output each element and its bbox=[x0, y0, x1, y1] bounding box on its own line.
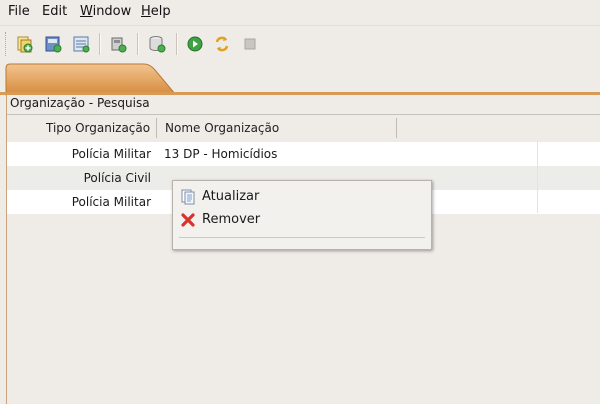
document-refresh-icon bbox=[180, 189, 196, 205]
context-menu-remove-label: Remover bbox=[202, 212, 261, 227]
column-header-nome[interactable]: Nome Organização bbox=[165, 121, 279, 135]
cell-tipo: Polícia Militar bbox=[71, 147, 151, 161]
menu-window-rest: indow bbox=[92, 4, 132, 19]
menu-bar: File Edit Window Help bbox=[0, 0, 600, 24]
toolbar-separator bbox=[137, 33, 139, 55]
table-row[interactable]: Polícia Militar 13 DP - Homicídios bbox=[7, 142, 600, 166]
refresh-icon[interactable] bbox=[212, 34, 232, 54]
context-menu: Atualizar Remover bbox=[172, 180, 432, 250]
column-divider[interactable] bbox=[156, 118, 157, 138]
list-form-icon[interactable] bbox=[71, 34, 91, 54]
save-form-icon[interactable] bbox=[43, 34, 63, 54]
context-menu-update[interactable]: Atualizar bbox=[177, 186, 427, 208]
toolbar-separator bbox=[176, 33, 178, 55]
menu-window[interactable]: Window bbox=[80, 4, 131, 19]
toolbar-separator bbox=[99, 33, 101, 55]
menu-help-mnemonic: H bbox=[141, 4, 151, 19]
menu-window-mnemonic: W bbox=[80, 4, 93, 19]
context-menu-update-label: Atualizar bbox=[202, 189, 260, 204]
menu-edit[interactable]: Edit bbox=[42, 4, 67, 19]
active-tab[interactable] bbox=[0, 62, 600, 96]
run-icon[interactable] bbox=[185, 34, 205, 54]
panel-title: Organização - Pesquisa bbox=[10, 96, 150, 110]
database-icon[interactable] bbox=[108, 34, 128, 54]
toolbar bbox=[0, 25, 600, 62]
new-document-icon[interactable] bbox=[14, 34, 34, 54]
cell-tipo: Polícia Militar bbox=[71, 195, 151, 209]
stop-icon[interactable] bbox=[240, 34, 260, 54]
red-x-remove-icon bbox=[180, 212, 196, 228]
column-header-tipo[interactable]: Tipo Organização bbox=[46, 121, 150, 135]
cell-tipo: Polícia Civil bbox=[83, 171, 151, 185]
menu-help-rest: elp bbox=[150, 4, 171, 19]
cell-nome: 13 DP - Homicídios bbox=[164, 147, 278, 161]
menu-help[interactable]: Help bbox=[141, 4, 171, 19]
grid-line bbox=[537, 141, 538, 213]
toolbar-grip[interactable] bbox=[5, 32, 8, 56]
column-divider[interactable] bbox=[396, 118, 397, 138]
context-menu-remove[interactable]: Remover bbox=[177, 209, 427, 231]
menu-file[interactable]: File bbox=[8, 4, 30, 19]
context-menu-separator bbox=[179, 237, 425, 238]
tab-strip bbox=[0, 62, 600, 96]
database-add-icon[interactable] bbox=[147, 34, 167, 54]
table-header: Tipo Organização Nome Organização bbox=[7, 114, 600, 142]
